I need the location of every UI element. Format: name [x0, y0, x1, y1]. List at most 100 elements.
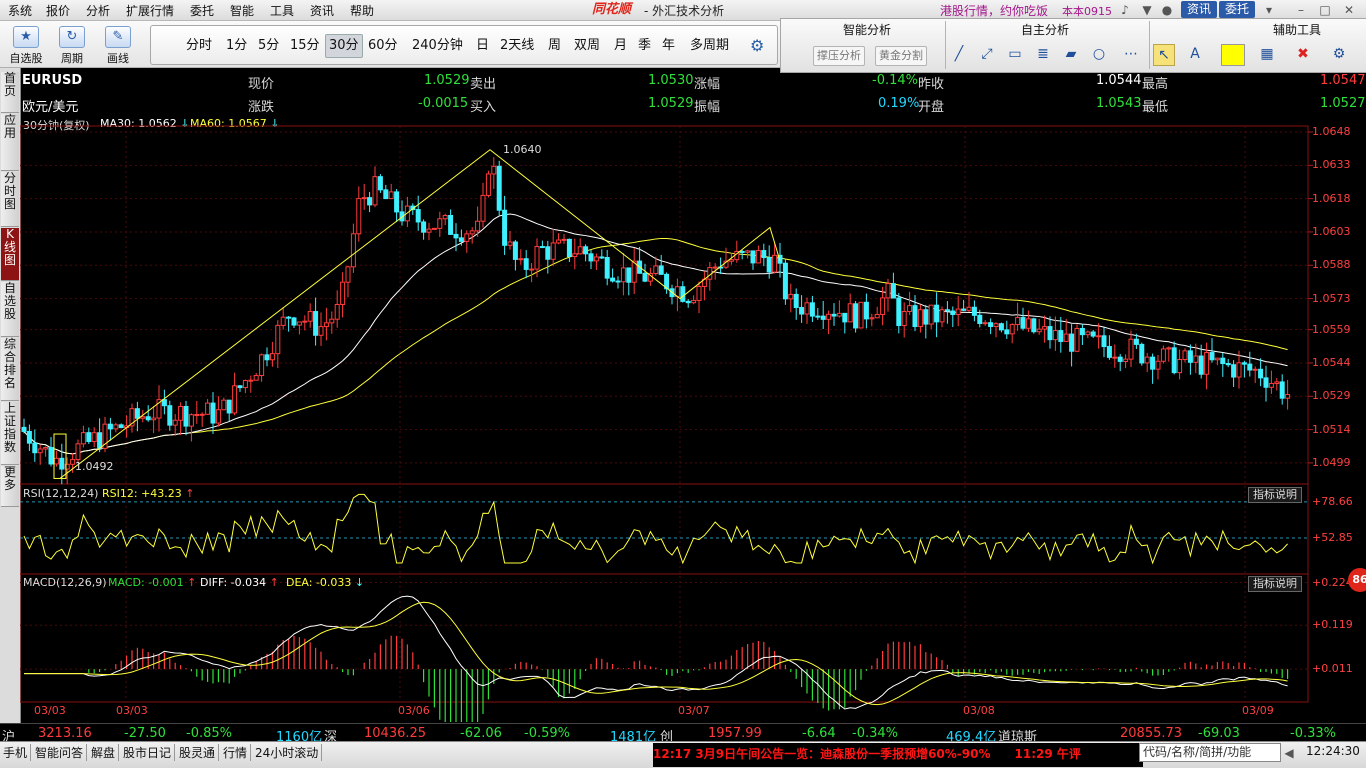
menu-news[interactable]: 资讯 — [310, 2, 334, 19]
rect-tool-icon[interactable]: ▭ — [1005, 44, 1025, 64]
period-day[interactable]: 日 — [473, 35, 492, 57]
price-tick-label: 1.0499 — [1312, 455, 1351, 469]
promo-link[interactable]: 港股行情，约你吃饭 — [940, 2, 1048, 19]
candle-body — [188, 414, 194, 427]
period-30min[interactable]: 30分 — [325, 34, 363, 58]
cycle-button[interactable]: ↻ 周期 — [52, 24, 92, 65]
ray-tool-icon[interactable]: ⤢ — [977, 44, 997, 64]
tab-kline[interactable]: K线图 — [1, 228, 19, 281]
period-week[interactable]: 周 — [545, 35, 564, 57]
tab-home[interactable]: 首页 — [1, 72, 19, 113]
search-input[interactable]: 代码/名称/简拼/功能 — [1139, 743, 1281, 762]
gear-icon[interactable]: ⚙ — [747, 35, 767, 57]
golden-section-button[interactable]: 黄金分割 — [875, 46, 927, 66]
candle-body — [340, 281, 346, 305]
menu-extended[interactable]: 扩展行情 — [126, 2, 174, 19]
draw-line-button[interactable]: ✎ 画线 — [98, 24, 138, 65]
candle-body — [383, 189, 389, 200]
rsi-help-button[interactable]: 指标说明 — [1248, 487, 1302, 503]
news-ticker[interactable]: 12:17 3月9日午间公告一览：迪森股份一季报预增60%-90% 11:29 … — [653, 743, 1143, 767]
market-review-button[interactable]: 解盘 — [88, 744, 120, 761]
candle-body — [59, 457, 65, 470]
label-high: 最高 — [1142, 77, 1169, 92]
candle-body — [1150, 356, 1156, 370]
candle-body — [793, 293, 799, 309]
search-icon[interactable]: ◀ — [1282, 746, 1296, 760]
menu-quote[interactable]: 报价 — [46, 2, 70, 19]
menu-trade[interactable]: 委托 — [190, 2, 214, 19]
period-month[interactable]: 月 — [611, 35, 630, 57]
support-resistance-button[interactable]: 撑压分析 — [813, 46, 865, 66]
menu-smart[interactable]: 智能 — [230, 2, 254, 19]
sh-pct: -0.85% — [186, 726, 232, 741]
period-1min[interactable]: 1分 — [223, 35, 250, 57]
period-2day[interactable]: 2天线 — [497, 35, 537, 57]
sz-pct: -0.59% — [524, 726, 570, 741]
tab-more[interactable]: 更多 — [1, 466, 19, 507]
delete-icon[interactable]: ✖ — [1293, 44, 1313, 64]
date-label: 03/09 — [1242, 704, 1274, 717]
tab-apps[interactable]: 应用 — [1, 114, 19, 171]
watchlist-button[interactable]: ★ 自选股 — [6, 24, 46, 65]
stock-diary-button[interactable]: 股市日记 — [120, 744, 176, 761]
dropdown-icon[interactable]: ▾ — [1262, 3, 1276, 17]
gear-icon[interactable]: ⚙ — [1329, 44, 1349, 64]
notification-badge[interactable]: 86 — [1348, 568, 1366, 592]
rsi-axis-label: +78.66 — [1312, 494, 1353, 508]
candle-body — [469, 230, 475, 235]
tab-sh-index[interactable]: 上证指数 — [1, 402, 19, 465]
more-tools-icon[interactable]: ⋯ — [1121, 44, 1141, 64]
menu-tools[interactable]: 工具 — [270, 2, 294, 19]
trade-button[interactable]: 委托 — [1219, 1, 1256, 18]
candle-body — [971, 306, 977, 316]
cursor-icon[interactable]: ↖ — [1153, 44, 1175, 66]
period-5min[interactable]: 5分 — [255, 35, 282, 57]
tab-timeshare[interactable]: 分时图 — [1, 172, 19, 227]
period-15min[interactable]: 15分 — [287, 35, 323, 57]
minimize-icon[interactable]: – — [1294, 3, 1308, 17]
period-year[interactable]: 年 — [659, 35, 678, 57]
candle-body — [151, 417, 157, 421]
channel-tool-icon[interactable]: ≣ — [1033, 44, 1053, 64]
bell-icon[interactable]: ♪ — [1118, 3, 1132, 17]
value-buy: 1.0529 — [648, 96, 694, 111]
period-240min[interactable]: 240分钟 — [409, 35, 466, 57]
shirt-icon[interactable]: ▼ — [1140, 3, 1154, 17]
close-icon[interactable]: ✕ — [1342, 3, 1356, 17]
tab-ranking[interactable]: 综合排名 — [1, 338, 19, 401]
sh-value: 3213.16 — [38, 726, 92, 741]
mobile-button[interactable]: 手机 — [0, 744, 32, 761]
kline-chart[interactable] — [20, 118, 1366, 722]
news-button[interactable]: 资讯 — [1181, 1, 1218, 18]
period-biweek[interactable]: 双周 — [571, 35, 603, 57]
menu-analysis[interactable]: 分析 — [86, 2, 110, 19]
circle-tool-icon[interactable]: ○ — [1089, 44, 1109, 64]
candle-body — [1241, 362, 1247, 365]
rolling-news-button[interactable]: 24小时滚动 — [252, 744, 323, 761]
marker-icon[interactable]: ▦ — [1257, 44, 1277, 64]
macd-help-button[interactable]: 指标说明 — [1248, 576, 1302, 592]
price-tick-label: 1.0514 — [1312, 422, 1351, 436]
period-quarter[interactable]: 季 — [635, 35, 654, 57]
period-multi[interactable]: 多周期 — [687, 35, 732, 57]
period-60min[interactable]: 60分 — [365, 35, 401, 57]
candle-body — [172, 419, 178, 426]
restore-icon[interactable]: □ — [1318, 3, 1332, 17]
quotes-button[interactable]: 行情 — [220, 744, 252, 761]
menu-help[interactable]: 帮助 — [350, 2, 374, 19]
user-icon[interactable]: ● — [1160, 3, 1174, 17]
color-picker-icon[interactable] — [1221, 44, 1245, 66]
tab-watchlist[interactable]: 自选股 — [1, 282, 19, 337]
parallel-tool-icon[interactable]: ▰ — [1061, 44, 1081, 64]
candle-body — [1020, 317, 1026, 329]
period-timeshare[interactable]: 分时 — [183, 35, 215, 57]
smart-qa-button[interactable]: 智能问答 — [32, 744, 88, 761]
line-tool-icon[interactable]: ╱ — [949, 44, 969, 64]
label-prev-close: 昨收 — [918, 77, 945, 92]
text-tool-icon[interactable]: A — [1185, 44, 1205, 64]
value-change-pct: -0.14% — [872, 73, 918, 88]
menu-system[interactable]: 系统 — [8, 2, 32, 19]
price-tick-label: 1.0588 — [1312, 258, 1351, 272]
candle-body — [507, 241, 513, 246]
stock-genie-button[interactable]: 股灵通 — [176, 744, 220, 761]
